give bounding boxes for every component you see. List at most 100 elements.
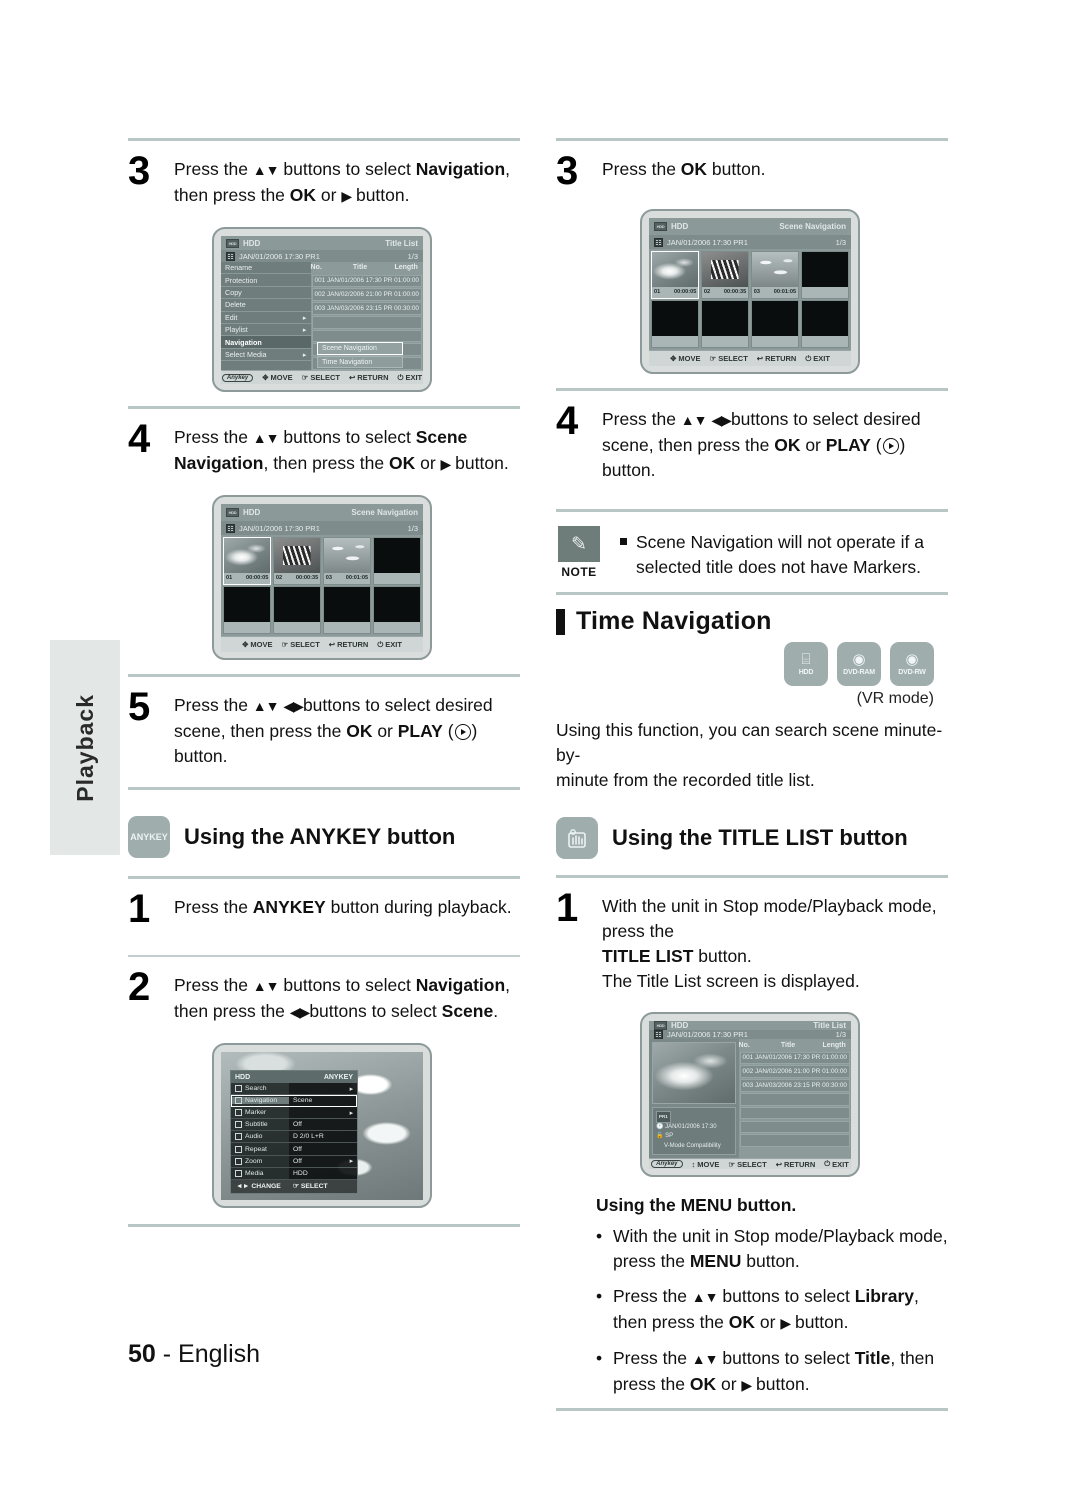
select-icon: ☞: [728, 1159, 736, 1169]
submenu-arrow-icon: ▸: [302, 349, 307, 359]
media-badge-hdd: ⌸ HDD: [784, 642, 828, 686]
anykey-row-zoom[interactable]: Zoom Off ▸: [231, 1155, 357, 1168]
anykey-row-subtitle[interactable]: Subtitle Off: [231, 1119, 357, 1132]
section-title-list-heading: Using the TITLE LIST button: [556, 817, 948, 859]
audio-icon: [235, 1133, 242, 1141]
anykey-row-navigation[interactable]: Navigation Scene: [231, 1095, 357, 1108]
divider: [128, 787, 520, 790]
text-fragment: or: [755, 1312, 781, 1332]
tv-titlebar: HDD HDD Scene Navigation: [649, 218, 851, 235]
tv-submenu-navigation[interactable]: Scene Navigation Time Navigation: [317, 342, 403, 369]
return-icon: ↩: [328, 640, 336, 649]
step-text: Press the ANYKEY button during playback.: [174, 889, 512, 920]
menu-item[interactable]: Delete: [221, 299, 311, 312]
scene-cell[interactable]: 03 00:01:05: [322, 537, 372, 585]
text-fragment: With the unit in Stop mode/Playback mode…: [602, 896, 937, 941]
anykey-row-audio[interactable]: Audio D 2/0 L+R: [231, 1131, 357, 1144]
text-bold: OK: [680, 159, 708, 179]
table-row-empty: [739, 1120, 850, 1134]
row-value: Off: [293, 1121, 302, 1129]
row-value: Scene: [293, 1097, 313, 1105]
anykey-button-badge[interactable]: Anykey: [651, 1160, 683, 1168]
menu-item[interactable]: Copy: [221, 287, 311, 300]
step-3-right: 3 Press the OK button.: [556, 141, 948, 195]
scene-cell-empty: [372, 537, 421, 585]
tv-bottom-bar: ✥ MOVE ☞ SELECT ↩ RETURN ⏻ EXIT: [221, 636, 423, 652]
chevron-right-icon: ▸: [349, 1109, 353, 1117]
row-label: Search: [245, 1085, 267, 1093]
text-fragment: Press the: [602, 409, 681, 429]
anykey-row-repeat[interactable]: Repeat Off: [231, 1143, 357, 1156]
text-bold: Scene: [415, 427, 468, 447]
bar-label: RETURN: [783, 1159, 816, 1169]
scene-cell[interactable]: 03 00:01:05: [750, 251, 800, 299]
bar-label: MOVE: [270, 373, 293, 383]
screenshot-scene-navigation-left: HDD HDD Scene Navigation JAN/01/2006 17:…: [212, 495, 432, 660]
row-label: Audio: [245, 1133, 263, 1141]
bar-label: SELECT: [290, 640, 320, 649]
screenshot-anykey-overlay: HDD ANYKEY Search ▸ Navigation Scene Marke…: [212, 1043, 432, 1208]
note-block: ✎ NOTE Scene Navigation will not operate…: [556, 512, 948, 592]
time-navigation-paragraph: Using this function, you can search scen…: [556, 718, 948, 793]
menu-item[interactable]: Protection: [221, 274, 311, 287]
text-fragment: button.: [450, 453, 509, 473]
bullet-text: Press the ▲▼ buttons to select Library, …: [613, 1284, 948, 1336]
menu-item[interactable]: Edit ▸: [221, 312, 311, 324]
submenu-item-time-navigation[interactable]: Time Navigation: [317, 355, 403, 369]
submenu-arrow-icon: ▸: [302, 312, 307, 322]
tv-device-label: HDD: [243, 238, 261, 248]
anykey-row-search[interactable]: Search ▸: [231, 1083, 357, 1096]
text-fragment: Press the: [174, 695, 253, 715]
text-fragment: Press the: [613, 1286, 692, 1306]
table-row[interactable]: 001 JAN/01/2006 17:30 PR 01:00:00: [311, 274, 422, 288]
menu-item-navigation[interactable]: Navigation: [221, 336, 311, 349]
text-fragment: button.: [707, 159, 766, 179]
table-row[interactable]: 002 JAN/02/2006 21:00 PR 01:00:00: [739, 1065, 850, 1078]
anykey-button-badge[interactable]: Anykey: [221, 373, 254, 382]
text-fragment: Press the: [174, 897, 253, 917]
menu-item[interactable]: Rename: [221, 262, 311, 275]
table-row[interactable]: 002 JAN/02/2006 21:00 PR 01:00:00: [311, 288, 422, 301]
step-2-anykey: 2 Press the ▲▼ buttons to select Navigat…: [128, 957, 520, 1029]
hdd-icon: HDD: [654, 1021, 667, 1030]
text-fragment: buttons to select: [278, 427, 416, 447]
scene-cell[interactable]: 01 00:00:05: [651, 251, 700, 299]
bar-return: ↩ RETURN: [757, 354, 797, 363]
col-header-title: Title: [352, 264, 368, 272]
row-value: Off: [293, 1145, 302, 1153]
anykey-row-media[interactable]: Media HDD: [231, 1167, 357, 1180]
text-fragment: Press the: [613, 1348, 692, 1368]
scene-cell[interactable]: 01 00:00:05: [223, 537, 272, 585]
bar-change: ◄► CHANGE: [236, 1183, 281, 1190]
scene-cell[interactable]: 02 00:00:35: [272, 537, 322, 585]
tv-screen-name: Title List: [385, 238, 418, 248]
scene-thumbnail: [751, 252, 799, 287]
bar-select: ☞ SELECT: [281, 640, 319, 649]
text-bold: OK: [689, 1374, 717, 1394]
updown-arrows-icon: ▲▼: [252, 430, 280, 446]
table-row[interactable]: 003 JAN/03/2006 23:15 PR 00:30:00: [311, 302, 422, 315]
list-header-row: No. Title Length: [738, 1039, 851, 1051]
step-text: Press the ▲▼ ◀▶buttons to select desired…: [602, 401, 948, 483]
tv-bottom-bar: ✥ MOVE ☞ SELECT ↩ RETURN ⏻ EXIT: [649, 350, 851, 366]
submenu-item-scene-navigation[interactable]: Scene Navigation: [317, 342, 403, 355]
menu-item[interactable]: Select Media ▸: [221, 349, 311, 362]
leftright-arrows-icon: ◄►: [236, 1182, 250, 1190]
updown-arrows-icon: ▲▼: [691, 1289, 719, 1305]
row-label: Media: [245, 1169, 264, 1177]
scene-cell[interactable]: 02 00:00:35: [700, 251, 750, 299]
tv-sub-date: JAN/01/2006 17:30 PR1: [667, 237, 748, 247]
tv-menu-list[interactable]: Rename Protection Copy Delete Edit ▸ Play…: [221, 261, 311, 371]
table-row[interactable]: 001 JAN/01/2006 17:30 PR 01:00:00: [739, 1051, 850, 1065]
anykey-panel[interactable]: HDD ANYKEY Search ▸ Navigation Scene Marke…: [230, 1070, 358, 1194]
text-fragment: buttons to select: [278, 159, 416, 179]
scene-time: 00:00:05: [673, 289, 697, 296]
table-row[interactable]: 003 JAN/03/2006 23:15 PR 00:30:00: [739, 1079, 850, 1092]
text-fragment: With the unit in Stop mode/Playback mode…: [613, 1226, 948, 1246]
menu-item[interactable]: Playlist ▸: [221, 324, 311, 337]
tv-page-indicator: 1/3: [835, 1030, 846, 1039]
text-fragment: button.: [790, 1312, 849, 1332]
anykey-row-marker[interactable]: Marker ▸: [231, 1107, 357, 1120]
tv-screen-name: Scene Navigation: [779, 222, 846, 231]
row-label: Subtitle: [245, 1121, 268, 1129]
